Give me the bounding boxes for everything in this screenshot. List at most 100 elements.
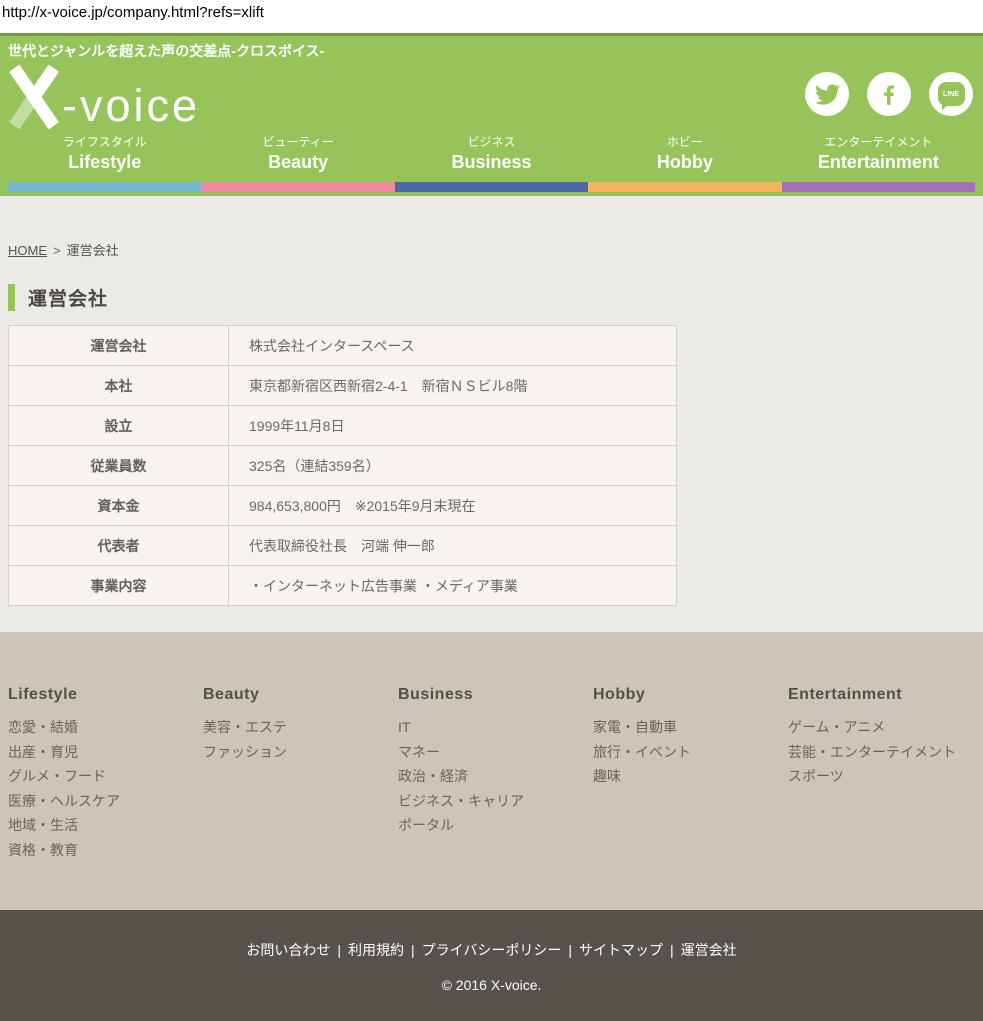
row-value: 東京都新宿区西新宿2-4-1 新宿ＮＳビル8階 bbox=[229, 366, 677, 406]
footer-link[interactable]: 地域・生活 bbox=[8, 813, 203, 838]
logo-x-mark bbox=[8, 65, 60, 129]
nav-label-en: Business bbox=[395, 151, 588, 173]
footer-column-title: Lifestyle bbox=[8, 686, 203, 704]
main-nav: ライフスタイル Lifestyle ビューティー Beauty ビジネス Bus… bbox=[8, 135, 975, 192]
breadcrumb-separator: > bbox=[53, 243, 61, 258]
footer-link[interactable]: 出産・育児 bbox=[8, 740, 203, 765]
breadcrumb-current: 運営会社 bbox=[67, 243, 119, 258]
nav-strip bbox=[8, 182, 201, 192]
row-label: 本社 bbox=[9, 366, 229, 406]
nav-item-business[interactable]: ビジネス Business bbox=[395, 135, 588, 192]
footer-link[interactable]: 旅行・イベント bbox=[593, 740, 788, 765]
company-info-table: 運営会社 株式会社インタースペース 本社 東京都新宿区西新宿2-4-1 新宿ＮＳ… bbox=[8, 325, 677, 606]
bottom-link-separator: | bbox=[411, 942, 415, 958]
nav-strip bbox=[395, 182, 588, 192]
bottom-footer: お問い合わせ | 利用規約 | プライバシーポリシー | サイトマップ | 運営会社 © 201… bbox=[0, 910, 983, 1021]
nav-item-entertainment[interactable]: エンターテイメント Entertainment bbox=[782, 135, 975, 192]
nav-label-en: Entertainment bbox=[782, 151, 975, 173]
footer-link[interactable]: 趣味 bbox=[593, 764, 788, 789]
bottom-link[interactable]: 利用規約 bbox=[348, 942, 404, 958]
nav-item-hobby[interactable]: ホビー Hobby bbox=[588, 135, 781, 192]
footer-link[interactable]: ポータル bbox=[398, 813, 593, 838]
site-tagline: 世代とジャンルを超えた声の交差点-クロスボイス- bbox=[0, 36, 983, 61]
table-row: 事業内容 ・インターネット広告事業 ・メディア事業 bbox=[9, 566, 677, 606]
address-bar[interactable]: http://x-voice.jp/company.html?refs=xlif… bbox=[0, 0, 983, 33]
footer-column-business: Business IT マネー 政治・経済 ビジネス・キャリア ポータル bbox=[398, 686, 593, 910]
footer-column-title: Hobby bbox=[593, 686, 788, 704]
nav-item-beauty[interactable]: ビューティー Beauty bbox=[201, 135, 394, 192]
footer-column-lifestyle: Lifestyle 恋愛・結婚 出産・育児 グルメ・フード 医療・ヘルスケア 地… bbox=[8, 686, 203, 910]
bottom-link[interactable]: お問い合わせ bbox=[246, 942, 330, 958]
row-value: 株式会社インタースペース bbox=[229, 326, 677, 366]
breadcrumb-home-link[interactable]: HOME bbox=[8, 243, 47, 258]
footer: Lifestyle 恋愛・結婚 出産・育児 グルメ・フード 医療・ヘルスケア 地… bbox=[0, 632, 983, 910]
bottom-link-separator: | bbox=[337, 942, 341, 958]
nav-label-jp: ビューティー bbox=[201, 135, 394, 150]
row-label: 設立 bbox=[9, 406, 229, 446]
facebook-button[interactable] bbox=[867, 72, 911, 116]
footer-link[interactable]: ファッション bbox=[203, 740, 398, 765]
table-row: 本社 東京都新宿区西新宿2-4-1 新宿ＮＳビル8階 bbox=[9, 366, 677, 406]
social-buttons: LINE bbox=[805, 72, 973, 116]
logo-link[interactable]: -voice bbox=[8, 63, 238, 129]
row-value: 984,653,800円 ※2015年9月末現在 bbox=[229, 486, 677, 526]
footer-link[interactable]: 美容・エステ bbox=[203, 715, 398, 740]
row-label: 運営会社 bbox=[9, 326, 229, 366]
footer-link[interactable]: 政治・経済 bbox=[398, 764, 593, 789]
footer-link[interactable]: 資格・教育 bbox=[8, 838, 203, 863]
copyright: © 2016 X-voice. bbox=[0, 977, 983, 993]
nav-strip bbox=[782, 182, 975, 192]
table-row: 運営会社 株式会社インタースペース bbox=[9, 326, 677, 366]
footer-link[interactable]: スポーツ bbox=[788, 764, 956, 789]
bottom-links: お問い合わせ | 利用規約 | プライバシーポリシー | サイトマップ | 運営会社 bbox=[0, 940, 983, 960]
facebook-icon bbox=[876, 81, 902, 107]
table-row: 設立 1999年11月8日 bbox=[9, 406, 677, 446]
twitter-button[interactable] bbox=[805, 72, 849, 116]
bottom-link[interactable]: プライバシーポリシー bbox=[422, 942, 562, 958]
site-header: 世代とジャンルを超えた声の交差点-クロスボイス- -voice LINE bbox=[0, 33, 983, 196]
main-content: HOME > 運営会社 運営会社 運営会社 株式会社インタースペース 本社 東京都新… bbox=[0, 196, 983, 632]
line-icon: LINE bbox=[938, 82, 965, 106]
twitter-icon bbox=[815, 82, 840, 107]
line-icon-label: LINE bbox=[943, 91, 959, 98]
footer-link[interactable]: グルメ・フード bbox=[8, 764, 203, 789]
title-accent-bar bbox=[8, 284, 15, 311]
bottom-link-separator: | bbox=[568, 942, 572, 958]
footer-link[interactable]: マネー bbox=[398, 740, 593, 765]
nav-label-jp: ライフスタイル bbox=[8, 135, 201, 150]
nav-label-jp: ホビー bbox=[588, 135, 781, 150]
bottom-link-separator: | bbox=[670, 942, 674, 958]
page-title-row: 運営会社 bbox=[8, 284, 975, 311]
footer-link[interactable]: 家電・自動車 bbox=[593, 715, 788, 740]
logo-text: -voice bbox=[62, 85, 200, 128]
footer-link[interactable]: ビジネス・キャリア bbox=[398, 789, 593, 814]
breadcrumb: HOME > 運営会社 bbox=[8, 240, 975, 259]
row-label: 代表者 bbox=[9, 526, 229, 566]
footer-column-hobby: Hobby 家電・自動車 旅行・イベント 趣味 bbox=[593, 686, 788, 910]
footer-link[interactable]: ゲーム・アニメ bbox=[788, 715, 956, 740]
footer-link[interactable]: 芸能・エンターテイメント bbox=[788, 740, 956, 765]
bottom-link[interactable]: 運営会社 bbox=[681, 942, 737, 958]
footer-column-beauty: Beauty 美容・エステ ファッション bbox=[203, 686, 398, 910]
nav-item-lifestyle[interactable]: ライフスタイル Lifestyle bbox=[8, 135, 201, 192]
row-value: ・インターネット広告事業 ・メディア事業 bbox=[229, 566, 677, 606]
footer-link[interactable]: 恋愛・結婚 bbox=[8, 715, 203, 740]
nav-strip bbox=[588, 182, 781, 192]
row-label: 従業員数 bbox=[9, 446, 229, 486]
table-row: 代表者 代表取締役社長 河端 伸一郎 bbox=[9, 526, 677, 566]
page-title: 運営会社 bbox=[28, 284, 108, 311]
nav-label-jp: エンターテイメント bbox=[782, 135, 975, 150]
nav-label-jp: ビジネス bbox=[395, 135, 588, 150]
footer-link[interactable]: 医療・ヘルスケア bbox=[8, 789, 203, 814]
footer-column-title: Entertainment bbox=[788, 686, 956, 704]
nav-label-en: Beauty bbox=[201, 151, 394, 173]
footer-link[interactable]: IT bbox=[398, 715, 593, 740]
table-row: 資本金 984,653,800円 ※2015年9月末現在 bbox=[9, 486, 677, 526]
line-button[interactable]: LINE bbox=[929, 72, 973, 116]
bottom-link[interactable]: サイトマップ bbox=[579, 942, 663, 958]
row-value: 代表取締役社長 河端 伸一郎 bbox=[229, 526, 677, 566]
footer-column-entertainment: Entertainment ゲーム・アニメ 芸能・エンターテイメント スポーツ bbox=[788, 686, 956, 910]
footer-column-title: Beauty bbox=[203, 686, 398, 704]
row-label: 事業内容 bbox=[9, 566, 229, 606]
row-value: 1999年11月8日 bbox=[229, 406, 677, 446]
